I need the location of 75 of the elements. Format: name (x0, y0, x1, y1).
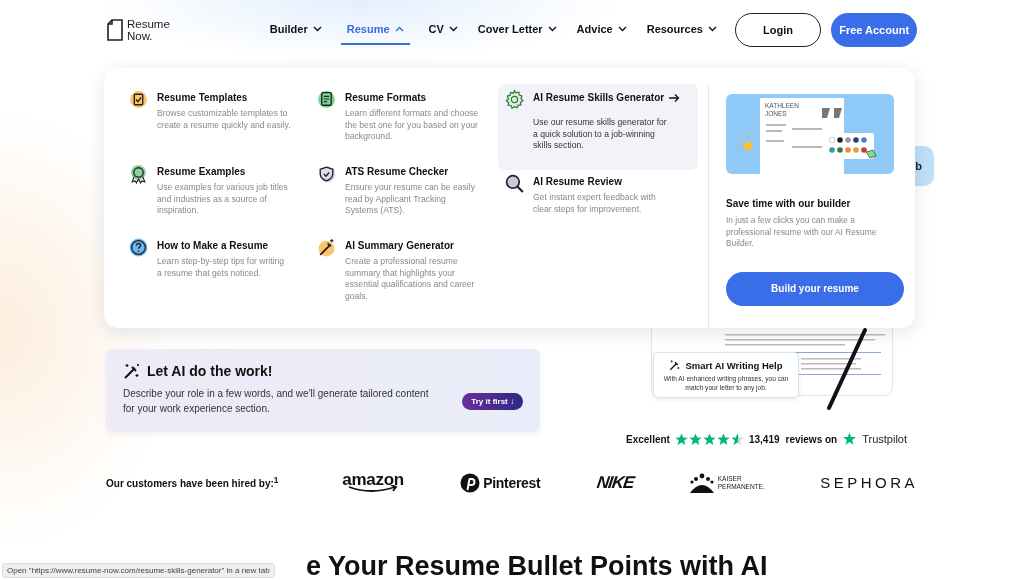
menu-item-description: Use examples for various job titles and industries as a source of inspiration. (157, 182, 289, 217)
menu-item-title: Resume Formats (345, 92, 427, 103)
pinterest-logo: Pinterest (460, 472, 541, 493)
menu-item[interactable]: Resume Templates Browse customizable templates to create a resume quickly and easily. (122, 84, 310, 156)
star-icon (688, 432, 702, 446)
caret-icon (617, 26, 627, 32)
card-description: Describe your role in a few words, and we'll generate tailored content for your work experience section. (123, 387, 430, 416)
caret-icon (312, 26, 322, 32)
star-icon (842, 432, 858, 446)
caret-icon (547, 26, 557, 32)
arrow-right-icon (669, 92, 681, 103)
menu-item-description: Create a professional resume summary that highlights your essential qualifications and career goals. (345, 256, 476, 302)
menu-item[interactable]: Resume Formats Learn different formats and choose the best one for you based on your background. (310, 84, 498, 156)
caret-icon (448, 26, 458, 32)
question-icon (128, 237, 149, 258)
nav-tab[interactable]: Advice (575, 15, 628, 45)
section-heading: e Your Resume Bullet Points with AI (306, 551, 769, 580)
menu-item[interactable]: AI Resume Skills Generator Use our resume skills generator for a quick solution to a job-winning skills section. (498, 84, 698, 170)
nav-tab[interactable]: CV (427, 15, 459, 45)
amazon-logo: amazon (342, 472, 404, 493)
magic-wand-icon (669, 359, 682, 371)
sephora-logo: SEPHORA (820, 474, 918, 491)
menu-item-title: AI Summary Generator (345, 240, 454, 251)
promo-title: Save time with our builder (726, 198, 852, 209)
try-it-first-button[interactable]: Try it first ↓ (462, 392, 523, 410)
menu-item-title: ATS Resume Checker (345, 166, 449, 177)
menu-item-title: Resume Templates (157, 92, 248, 103)
menu-item[interactable]: How to Make a Resume Learn step-by-step tips for writing a resume that gets noticed. (122, 232, 310, 304)
gear-icon (504, 89, 525, 110)
login-button[interactable]: Login (734, 13, 822, 47)
menu-item-title: AI Resume Review (533, 176, 622, 187)
magic-wand-icon (316, 237, 337, 258)
nav-tab[interactable]: Builder (268, 15, 323, 45)
document-check-icon (128, 89, 149, 110)
reviews-label: reviews on (785, 433, 838, 445)
award-icon (128, 163, 149, 184)
star-icon (702, 432, 716, 446)
nav-tab[interactable]: Resources (645, 15, 718, 45)
hired-by-label: Our customers have been hired by:$^{1}$ (106, 475, 280, 490)
status-bar: Open "https://www.resume-now.com/resume-skills-generator" in a new tab (2, 563, 275, 578)
star-icon (730, 432, 744, 446)
star-icon (716, 432, 730, 446)
search-icon (504, 173, 525, 194)
menu-item-description: Learn different formats and choose the best one for you based on your background. (345, 108, 479, 143)
menu-item[interactable]: Resume Examples Use examples for various job titles and industries as a source of inspiration. (122, 158, 310, 230)
card-title: Smart AI Writing Help (685, 359, 783, 371)
caret-icon (707, 26, 717, 32)
star-icon (674, 432, 688, 446)
document-icon (316, 89, 337, 110)
nike-logo: NIKE (595, 472, 635, 493)
build-resume-button[interactable]: Build your resume (726, 271, 904, 306)
logo-text: Resume Now. (127, 18, 170, 42)
card-title: Let AI do the work! (147, 363, 273, 379)
menu-item-description: Use our resume skills generator for a quick solution to a job-winning skills section. (533, 117, 667, 152)
menu-item-description: Learn step-by-step tips for writing a resume that gets noticed. (157, 256, 286, 279)
menu-item-title: Resume Examples (157, 166, 246, 177)
magic-wand-icon (123, 362, 141, 380)
menu-item-title: How to Make a Resume (157, 240, 269, 251)
promo-description: In just a few clicks you can make a professional resume with our AI Resume Builder. (726, 215, 878, 250)
menu-item-description: Browse customizable templates to create a resume quickly and easily. (157, 108, 291, 131)
rating-label: Excellent (626, 433, 670, 445)
nav-tab[interactable]: Resume (340, 15, 410, 45)
menu-item[interactable]: AI Summary Generator Create a professional resume summary that highlights your essential qualifications and career goals. (310, 232, 498, 304)
menu-item-description: Get instant expert feedback with clear steps for improvement. (533, 192, 657, 215)
trustpilot-logo[interactable]: Trustpilot (862, 433, 908, 445)
menu-item-description: Ensure your resume can be easily read by Applicant Tracking Systems (ATS). (345, 182, 476, 217)
nav-tab[interactable]: Cover Letter (476, 15, 558, 45)
menu-item-title: AI Resume Skills Generator (533, 92, 665, 103)
free-account-button[interactable]: Free Account (831, 13, 917, 47)
page-icon (107, 19, 123, 41)
menu-item[interactable]: AI Resume Review Get instant expert feedback with clear steps for improvement. (498, 168, 698, 240)
menu-item[interactable]: ATS Resume Checker Ensure your resume can be easily read by Applicant Tracking Systems (ATS). (310, 158, 498, 230)
caret-icon (394, 26, 404, 32)
review-count: 13,419 (748, 433, 780, 445)
logo[interactable]: Resume Now. (107, 18, 170, 42)
